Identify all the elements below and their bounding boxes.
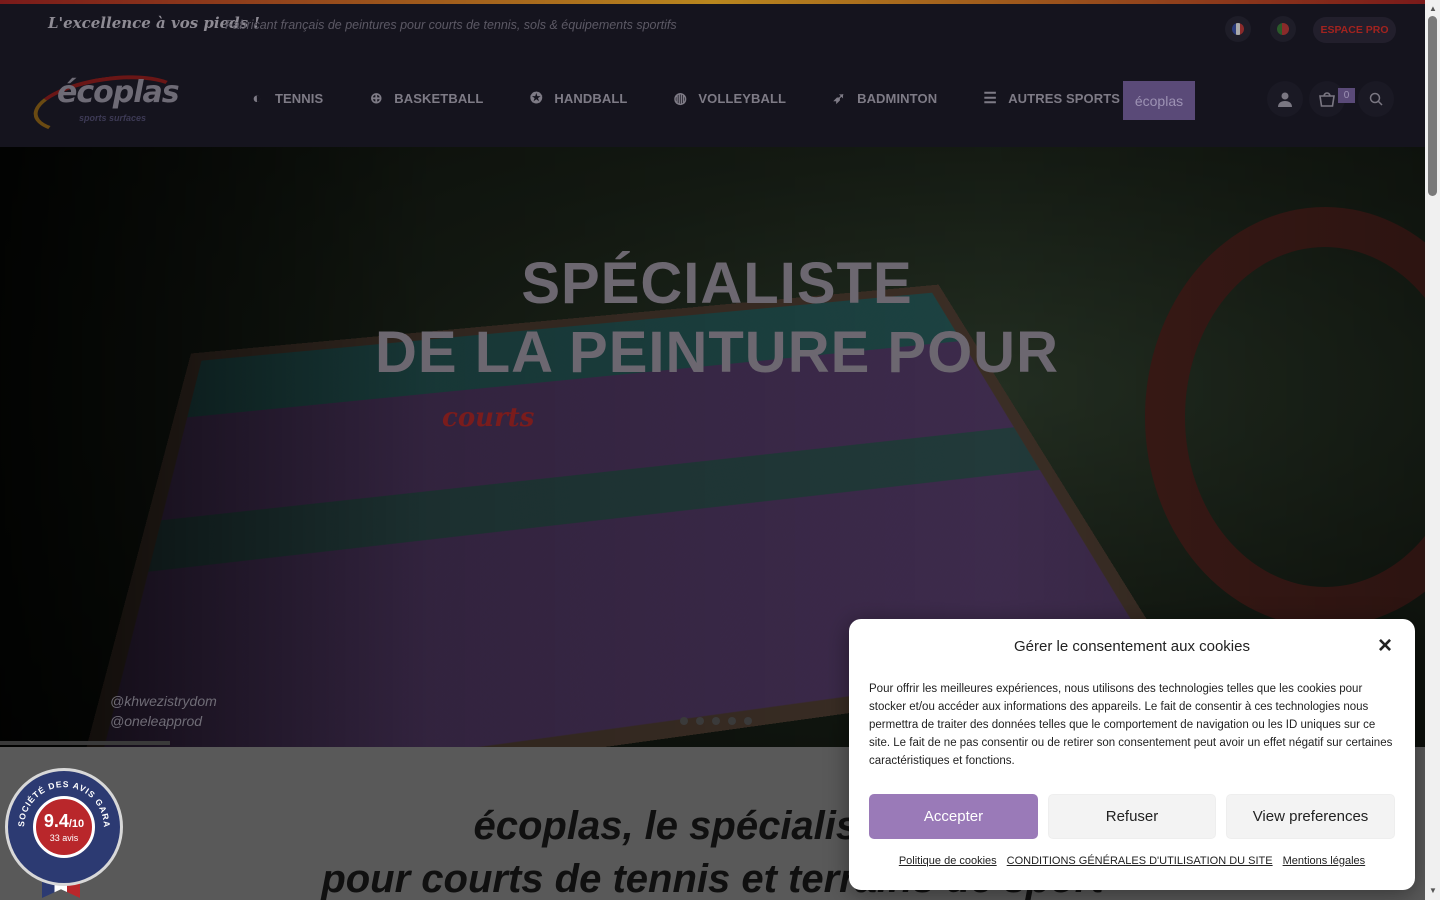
reviews-score-scale: /10 bbox=[68, 818, 85, 830]
user-icon[interactable] bbox=[1267, 81, 1303, 117]
scroll-down-arrow-icon[interactable]: ▼ bbox=[1429, 886, 1437, 895]
menu-lines-icon: ☰ bbox=[983, 90, 997, 107]
slider-dots bbox=[680, 717, 760, 725]
cart-count-badge: 0 bbox=[1338, 88, 1355, 103]
flag-pt-icon[interactable] bbox=[1270, 16, 1296, 42]
nav-item-label: AUTRES SPORTS bbox=[1008, 90, 1121, 106]
nav-item-label: VOLLEYBALL bbox=[698, 90, 787, 106]
handball-icon: ✪ bbox=[530, 90, 543, 107]
reviews-count: 33 avis bbox=[49, 833, 79, 843]
cookie-consent-dialog: Gérer le consentement aux cookies × Pour… bbox=[849, 619, 1415, 890]
nav-item-handball[interactable]: ✪ HANDBALL bbox=[527, 89, 627, 107]
slider-dot[interactable] bbox=[744, 717, 752, 725]
scroll-thumb[interactable] bbox=[1428, 16, 1437, 196]
cookie-links: Politique de cookies CONDITIONS GÉNÉRALE… bbox=[849, 855, 1415, 867]
flag-fr-icon[interactable] bbox=[1225, 16, 1251, 42]
scrollbar[interactable]: ▲ ▼ bbox=[1425, 0, 1440, 900]
cgu-link[interactable]: CONDITIONS GÉNÉRALES D'UTILISATION DU SI… bbox=[1007, 855, 1273, 867]
cookie-body: Pour offrir les meilleures expériences, … bbox=[869, 683, 1393, 767]
logo-name: écoplas bbox=[57, 75, 180, 110]
photo-credit-1[interactable]: @khwezistrydom bbox=[110, 693, 217, 709]
cookie-policy-link[interactable]: Politique de cookies bbox=[899, 855, 997, 867]
photo-credit-2[interactable]: @oneleapprod bbox=[110, 713, 202, 729]
nav-item-label: HANDBALL bbox=[554, 90, 628, 106]
hero-script-word: courts bbox=[442, 403, 535, 433]
basketball-icon: ⊕ bbox=[369, 90, 383, 107]
nav-item-label: BASKETBALL bbox=[394, 90, 484, 106]
espace-pro-button[interactable]: ESPACE PRO bbox=[1313, 17, 1396, 43]
slider-dot[interactable] bbox=[696, 717, 704, 725]
accept-button[interactable]: Accepter bbox=[869, 794, 1038, 839]
slider-dot[interactable] bbox=[712, 717, 720, 725]
subtagline: Fabricant français de peintures pour cou… bbox=[225, 18, 677, 32]
reviews-score-circle: 9.4/10 33 avis bbox=[33, 796, 95, 858]
refuse-button[interactable]: Refuser bbox=[1048, 794, 1216, 839]
slider-progress-bar bbox=[0, 741, 170, 745]
view-preferences-button[interactable]: View preferences bbox=[1226, 794, 1395, 839]
cart-icon-svg bbox=[1319, 92, 1335, 107]
logo-subtitle: sports surfaces bbox=[79, 113, 147, 123]
shuttlecock-icon: ➶ bbox=[832, 90, 846, 107]
reviews-score-value: 9.4 bbox=[43, 811, 69, 831]
search-icon-svg bbox=[1369, 92, 1383, 106]
nav-item-tennis[interactable]: ◐ TENNIS bbox=[248, 89, 323, 107]
legal-notice-link[interactable]: Mentions légales bbox=[1283, 855, 1366, 867]
logo[interactable]: écoplas sports surfaces bbox=[29, 66, 187, 144]
slider-dot[interactable] bbox=[680, 717, 688, 725]
nav-item-label: TENNIS bbox=[275, 90, 324, 106]
nav-item-badminton[interactable]: ➶ BADMINTON bbox=[830, 89, 937, 107]
main-nav: ◐ TENNIS ⊕ BASKETBALL ✪ HANDBALL ◍ VOLLE… bbox=[248, 89, 1164, 108]
nav-item-label: BADMINTON bbox=[857, 90, 938, 106]
search-icon[interactable] bbox=[1358, 81, 1394, 117]
user-icon-svg bbox=[1278, 92, 1292, 107]
reviews-score: 9.4/10 bbox=[36, 811, 92, 832]
nav-item-basketball[interactable]: ⊕ BASKETBALL bbox=[367, 89, 483, 107]
nav-item-autres-sports[interactable]: ☰ AUTRES SPORTS bbox=[981, 89, 1120, 107]
volleyball-icon: ◍ bbox=[673, 90, 687, 107]
ecoplas-brand-button[interactable]: écoplas bbox=[1123, 81, 1195, 120]
hero-title-line2: DE LA PEINTURE POUR bbox=[375, 320, 1059, 385]
nav-item-volleyball[interactable]: ◍ VOLLEYBALL bbox=[671, 89, 786, 107]
close-icon[interactable]: × bbox=[1373, 634, 1397, 659]
reviews-badge[interactable]: SOCIÉTÉ DES AVIS GARANTIS 9.4/10 33 avis bbox=[5, 768, 123, 886]
hero-title-line1: SPÉCIALISTE bbox=[521, 251, 913, 316]
scroll-up-arrow-icon[interactable]: ▲ bbox=[1429, 4, 1437, 13]
cookie-title: Gérer le consentement aux cookies bbox=[1014, 638, 1250, 655]
slider-dot[interactable] bbox=[728, 717, 736, 725]
tennis-ball-icon: ◐ bbox=[252, 89, 262, 107]
site-header: L'excellence à vos pieds ! Fabricant fra… bbox=[0, 4, 1425, 147]
